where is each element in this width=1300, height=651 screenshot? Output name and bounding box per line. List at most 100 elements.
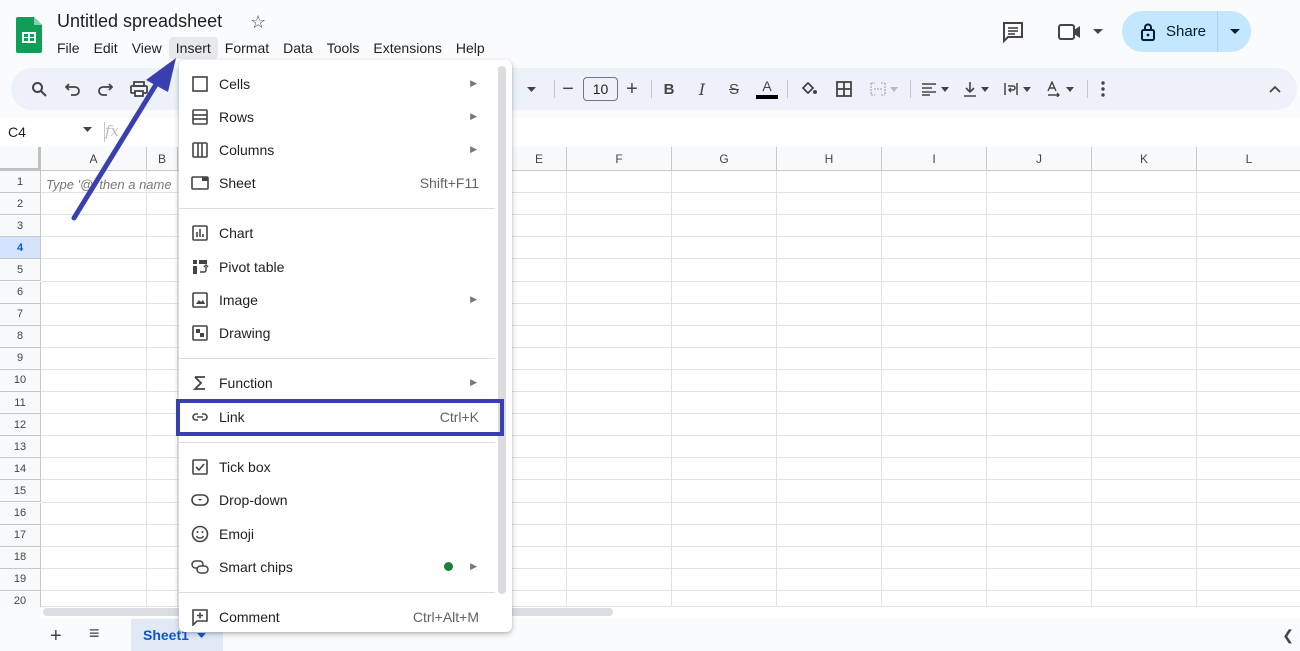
row-header[interactable]: 1	[0, 171, 41, 194]
column-header[interactable]: J	[987, 147, 1092, 171]
column-header[interactable]: L	[1197, 147, 1300, 171]
menu-item-image[interactable]: Image ▶	[179, 283, 497, 316]
column-header[interactable]: G	[672, 147, 777, 171]
chart-icon	[191, 224, 209, 242]
row-header[interactable]: 14	[0, 458, 41, 481]
row-header[interactable]: 9	[0, 347, 41, 370]
font-size-input[interactable]: 10	[583, 77, 618, 101]
menu-item-cells[interactable]: Cells ▶	[179, 67, 497, 100]
chevron-down-icon	[981, 86, 989, 92]
search-menus-button[interactable]	[27, 68, 51, 110]
document-title[interactable]: Untitled spreadsheet	[57, 11, 222, 32]
row-header[interactable]: 13	[0, 436, 41, 459]
row-header[interactable]: 15	[0, 480, 41, 503]
menu-item-drop-down[interactable]: Drop-down	[179, 483, 497, 516]
column-header[interactable]: K	[1092, 147, 1197, 171]
row-header[interactable]: 18	[0, 546, 41, 569]
menu-insert[interactable]: Insert	[168, 37, 218, 59]
all-sheets-button[interactable]: ≡	[89, 623, 100, 644]
more-options-button[interactable]	[1093, 68, 1113, 110]
menu-help[interactable]: Help	[449, 37, 492, 59]
menu-item-drawing[interactable]: Drawing	[179, 316, 497, 349]
column-header[interactable]: I	[882, 147, 987, 171]
menu-item-label: Tick box	[219, 458, 271, 475]
menu-item-chart[interactable]: Chart	[179, 216, 497, 249]
print-button[interactable]	[127, 68, 151, 110]
top-bar: Untitled spreadsheet ☆ File Edit View In…	[0, 0, 1300, 64]
row-header[interactable]: 2	[0, 193, 41, 216]
sheet-icon	[191, 174, 209, 192]
menu-item-label: Emoji	[219, 525, 255, 542]
redo-button[interactable]	[93, 68, 117, 110]
row-header[interactable]: 11	[0, 392, 41, 415]
row-header[interactable]: 4	[0, 237, 41, 260]
font-dropdown-button[interactable]	[519, 68, 543, 110]
horizontal-align-button[interactable]	[917, 68, 953, 110]
text-color-button[interactable]: A	[755, 68, 779, 110]
menu-item-function[interactable]: Function ▶	[179, 366, 497, 399]
cell-a1-placeholder[interactable]: Type '@' then a name	[46, 177, 172, 192]
comments-icon[interactable]	[1001, 20, 1025, 44]
menu-item-rows[interactable]: Rows ▶	[179, 100, 497, 133]
menu-item-smart-chips[interactable]: Smart chips ▶	[179, 550, 497, 583]
vertical-align-button[interactable]	[958, 68, 994, 110]
share-dropdown-button[interactable]	[1218, 28, 1251, 35]
column-header[interactable]: E	[512, 147, 567, 171]
fill-color-button[interactable]	[797, 68, 821, 110]
menu-edit[interactable]: Edit	[87, 37, 125, 59]
row-header[interactable]: 16	[0, 502, 41, 525]
text-wrapping-button[interactable]	[999, 68, 1035, 110]
checkbox-icon	[191, 458, 209, 476]
menu-file[interactable]: File	[50, 37, 87, 59]
italic-button[interactable]: I	[691, 68, 713, 110]
name-box[interactable]: C4	[8, 124, 26, 140]
row-header[interactable]: 10	[0, 369, 41, 392]
toolbar-divider	[910, 80, 911, 98]
sheets-logo-icon[interactable]	[16, 17, 42, 53]
decrease-font-size-button[interactable]: −	[557, 68, 579, 110]
menu-item-pivot-table[interactable]: Pivot table	[179, 250, 497, 283]
menu-tools[interactable]: Tools	[320, 37, 367, 59]
row-header[interactable]: 19	[0, 568, 41, 591]
menu-scrollbar[interactable]	[498, 66, 506, 594]
strikethrough-button[interactable]: S	[723, 68, 745, 110]
borders-icon	[836, 81, 852, 97]
row-header[interactable]: 5	[0, 259, 41, 282]
menu-extensions[interactable]: Extensions	[366, 37, 448, 59]
text-rotation-button[interactable]	[1042, 68, 1078, 110]
menu-view[interactable]: View	[125, 37, 169, 59]
chevron-down-icon[interactable]	[83, 127, 92, 132]
smart-chips-icon	[191, 558, 209, 576]
column-header[interactable]: A	[41, 147, 147, 171]
menu-item-columns[interactable]: Columns ▶	[179, 133, 497, 166]
increase-font-size-button[interactable]: +	[620, 68, 644, 110]
menu-item-emoji[interactable]: Emoji	[179, 517, 497, 550]
row-header[interactable]: 12	[0, 414, 41, 437]
add-sheet-button[interactable]: +	[50, 625, 62, 648]
row-header[interactable]: 3	[0, 215, 41, 238]
borders-button[interactable]	[832, 68, 856, 110]
meet-button[interactable]	[1057, 22, 1103, 42]
undo-button[interactable]	[61, 68, 85, 110]
column-header[interactable]: B	[147, 147, 178, 171]
bold-button[interactable]: B	[658, 68, 680, 110]
share-label: Share	[1166, 23, 1207, 40]
menu-item-comment[interactable]: Comment Ctrl+Alt+M	[179, 600, 497, 633]
row-header[interactable]: 6	[0, 281, 41, 304]
side-panel-toggle-icon[interactable]: ❮	[1282, 627, 1294, 644]
row-header[interactable]: 17	[0, 524, 41, 547]
select-all-corner[interactable]	[0, 147, 41, 171]
menu-item-tick-box[interactable]: Tick box	[179, 450, 497, 483]
row-header[interactable]: 8	[0, 325, 41, 348]
share-button[interactable]: Share	[1122, 11, 1218, 52]
collapse-toolbar-button[interactable]	[1265, 68, 1285, 110]
row-header[interactable]: 7	[0, 303, 41, 326]
menu-item-sheet[interactable]: Sheet Shift+F11	[179, 166, 497, 199]
star-icon[interactable]: ☆	[250, 12, 266, 33]
row-header[interactable]: 20	[0, 590, 41, 607]
column-header[interactable]: F	[567, 147, 672, 171]
column-header[interactable]: H	[777, 147, 882, 171]
menu-format[interactable]: Format	[218, 37, 276, 59]
merge-cells-button[interactable]	[866, 68, 902, 110]
menu-data[interactable]: Data	[276, 37, 320, 59]
